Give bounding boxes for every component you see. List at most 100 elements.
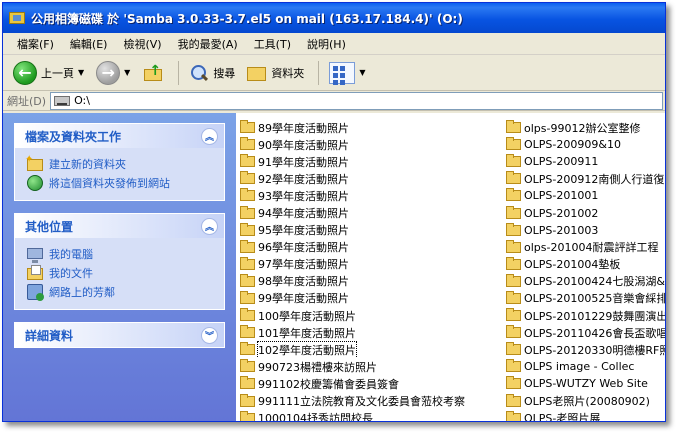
folder-item[interactable]: OLPS-201003 bbox=[506, 222, 665, 239]
menu-edit[interactable]: 編輯(E) bbox=[62, 34, 116, 54]
details-title: 詳細資料 bbox=[25, 328, 74, 343]
back-dropdown-icon[interactable]: ▼ bbox=[78, 68, 84, 77]
folder-item[interactable]: OLPS-200912南側人行道復舊 bbox=[506, 170, 665, 187]
folder-item[interactable]: 96學年度活動照片 bbox=[240, 239, 502, 256]
folder-item[interactable]: 95學年度活動照片 bbox=[240, 222, 502, 239]
folder-item[interactable]: 991102校慶籌備會委員簽會 bbox=[240, 375, 502, 392]
details-panel: 詳細資料 ︾ bbox=[14, 322, 225, 348]
task-publish-web[interactable]: 將這個資料夾發佈到網站 bbox=[27, 173, 214, 192]
folder-name: OLPS-200912南側人行道復舊 bbox=[524, 172, 665, 186]
folder-item-selected[interactable]: 102學年度活動照片 bbox=[240, 341, 502, 359]
other-places-panel: 其他位置 ︽ 我的電腦 我的文件 網路上的芳鄰 bbox=[14, 213, 225, 310]
folder-item[interactable]: 89學年度活動照片 bbox=[240, 119, 502, 136]
place-my-computer[interactable]: 我的電腦 bbox=[27, 244, 214, 263]
folder-item[interactable]: olps-201004耐震評詳工程 bbox=[506, 239, 665, 256]
folder-name: 93學年度活動照片 bbox=[258, 189, 349, 203]
folder-icon bbox=[506, 188, 521, 202]
new-folder-icon bbox=[25, 154, 43, 171]
up-folder-button[interactable]: ↑ bbox=[138, 58, 168, 88]
folder-icon bbox=[506, 359, 521, 373]
folder-item[interactable]: 990723楊禮樓來訪照片 bbox=[240, 358, 502, 375]
place-network[interactable]: 網路上的芳鄰 bbox=[27, 282, 214, 301]
forward-dropdown-icon[interactable]: ▼ bbox=[124, 68, 130, 77]
folder-item[interactable]: 93學年度活動照片 bbox=[240, 187, 502, 204]
back-button[interactable]: ← 上一頁 ▼ bbox=[9, 58, 88, 88]
folder-icon bbox=[240, 120, 255, 134]
search-label: 搜尋 bbox=[213, 66, 236, 80]
folder-item[interactable]: OLPS-201001 bbox=[506, 187, 665, 204]
folder-name: 1000104抒秀訪問校長 bbox=[258, 412, 373, 421]
folders-icon bbox=[247, 65, 267, 81]
folder-item[interactable]: OLPS image - Collec bbox=[506, 358, 665, 375]
folder-item[interactable]: 90學年度活動照片 bbox=[240, 136, 502, 153]
folder-icon bbox=[240, 137, 255, 151]
folder-name: olps-201004耐震評詳工程 bbox=[524, 241, 659, 255]
folder-item[interactable]: OLPS-WUTZY Web Site bbox=[506, 375, 665, 392]
drive-folder-icon bbox=[9, 12, 25, 24]
expand-chevron-icon[interactable]: ︾ bbox=[201, 326, 218, 344]
folder-item[interactable]: OLPS-200909&10 bbox=[506, 136, 665, 153]
folder-item[interactable]: 1000104抒秀訪問校長 bbox=[240, 410, 502, 421]
folder-name: 100學年度活動照片 bbox=[258, 309, 356, 323]
forward-arrow-icon: → bbox=[96, 60, 121, 85]
folder-item[interactable]: OLPS-老照片展 bbox=[506, 410, 665, 421]
task-new-folder[interactable]: 建立新的資料夾 bbox=[25, 154, 214, 173]
folder-item[interactable]: OLPS-201002 bbox=[506, 204, 665, 221]
folder-item[interactable]: 94學年度活動照片 bbox=[240, 204, 502, 221]
title-bar[interactable]: 公用相簿磁碟 於 'Samba 3.0.33-3.7.el5 on mail (… bbox=[3, 3, 665, 33]
file-tasks-title: 檔案及資料夾工作 bbox=[25, 129, 122, 144]
folder-icon bbox=[506, 137, 521, 151]
folder-name: OLPS-20110426會長盃歌唱比 bbox=[524, 326, 665, 340]
folder-name: 98學年度活動照片 bbox=[258, 275, 349, 289]
menu-file[interactable]: 檔案(F) bbox=[9, 34, 62, 54]
collapse-chevron-icon[interactable]: ︽ bbox=[201, 127, 218, 145]
network-drive-icon bbox=[54, 95, 71, 106]
folder-icon bbox=[506, 239, 521, 253]
folder-name: OLPS-201004墊板 bbox=[524, 258, 621, 272]
search-button[interactable]: 搜尋 bbox=[185, 58, 239, 88]
folder-name: OLPS-老照片展 bbox=[524, 412, 601, 421]
folder-item[interactable]: OLPS-20100525音樂會綵排 bbox=[506, 290, 665, 307]
folder-item[interactable]: 91學年度活動照片 bbox=[240, 153, 502, 170]
folder-name: OLPS-201001 bbox=[524, 189, 599, 203]
folder-item[interactable]: OLPS-20110426會長盃歌唱比 bbox=[506, 324, 665, 341]
folder-item[interactable]: 99學年度活動照片 bbox=[240, 290, 502, 307]
folder-item[interactable]: OLPS老照片(20080902) bbox=[506, 393, 665, 410]
folder-item[interactable]: OLPS-200911 bbox=[506, 153, 665, 170]
folder-item[interactable]: 991111立法院教育及文化委員會蒞校考察 bbox=[240, 393, 502, 410]
folder-icon bbox=[240, 359, 255, 373]
folder-item[interactable]: OLPS-20120330明德樓RF照片 bbox=[506, 341, 665, 358]
folder-icon bbox=[506, 154, 521, 168]
folder-icon bbox=[240, 393, 255, 407]
menu-tools[interactable]: 工具(T) bbox=[246, 34, 299, 54]
place-my-documents[interactable]: 我的文件 bbox=[27, 263, 214, 282]
address-value: O:\ bbox=[74, 94, 90, 107]
menu-view[interactable]: 檢視(V) bbox=[115, 34, 169, 54]
other-places-header[interactable]: 其他位置 ︽ bbox=[15, 214, 224, 238]
views-dropdown-icon[interactable]: ▼ bbox=[359, 68, 365, 77]
folder-item[interactable]: OLPS-20100424七股潟湖&奇 bbox=[506, 273, 665, 290]
address-input[interactable]: O:\ bbox=[50, 91, 663, 110]
folder-icon bbox=[506, 120, 521, 134]
back-label: 上一頁 bbox=[41, 66, 74, 80]
folder-item[interactable]: 100學年度活動照片 bbox=[240, 307, 502, 324]
menu-help[interactable]: 說明(H) bbox=[299, 34, 354, 54]
folder-item[interactable]: OLPS-201004墊板 bbox=[506, 256, 665, 273]
folder-item[interactable]: 101學年度活動照片 bbox=[240, 324, 502, 341]
folder-item[interactable]: 98學年度活動照片 bbox=[240, 273, 502, 290]
details-header[interactable]: 詳細資料 ︾ bbox=[15, 323, 224, 347]
folder-item[interactable]: olps-99012辦公室整修 bbox=[506, 119, 665, 136]
file-tasks-header[interactable]: 檔案及資料夾工作 ︽ bbox=[15, 124, 224, 148]
folder-name: OLPS image - Collec bbox=[524, 360, 635, 374]
views-button[interactable]: ▼ bbox=[325, 58, 369, 88]
folder-name: 91學年度活動照片 bbox=[258, 155, 349, 169]
folder-item[interactable]: OLPS-20101229鼓舞團演出 bbox=[506, 307, 665, 324]
folders-button[interactable]: 資料夾 bbox=[243, 58, 308, 88]
folder-icon bbox=[506, 325, 521, 339]
folder-item[interactable]: 97學年度活動照片 bbox=[240, 256, 502, 273]
forward-button[interactable]: → ▼ bbox=[92, 58, 134, 88]
collapse-chevron-icon[interactable]: ︽ bbox=[201, 217, 218, 235]
file-list[interactable]: 89學年度活動照片 90學年度活動照片 91學年度活動照片 92學年度活動照片 … bbox=[236, 113, 665, 421]
folder-item[interactable]: 92學年度活動照片 bbox=[240, 170, 502, 187]
menu-favorites[interactable]: 我的最愛(A) bbox=[170, 34, 246, 54]
